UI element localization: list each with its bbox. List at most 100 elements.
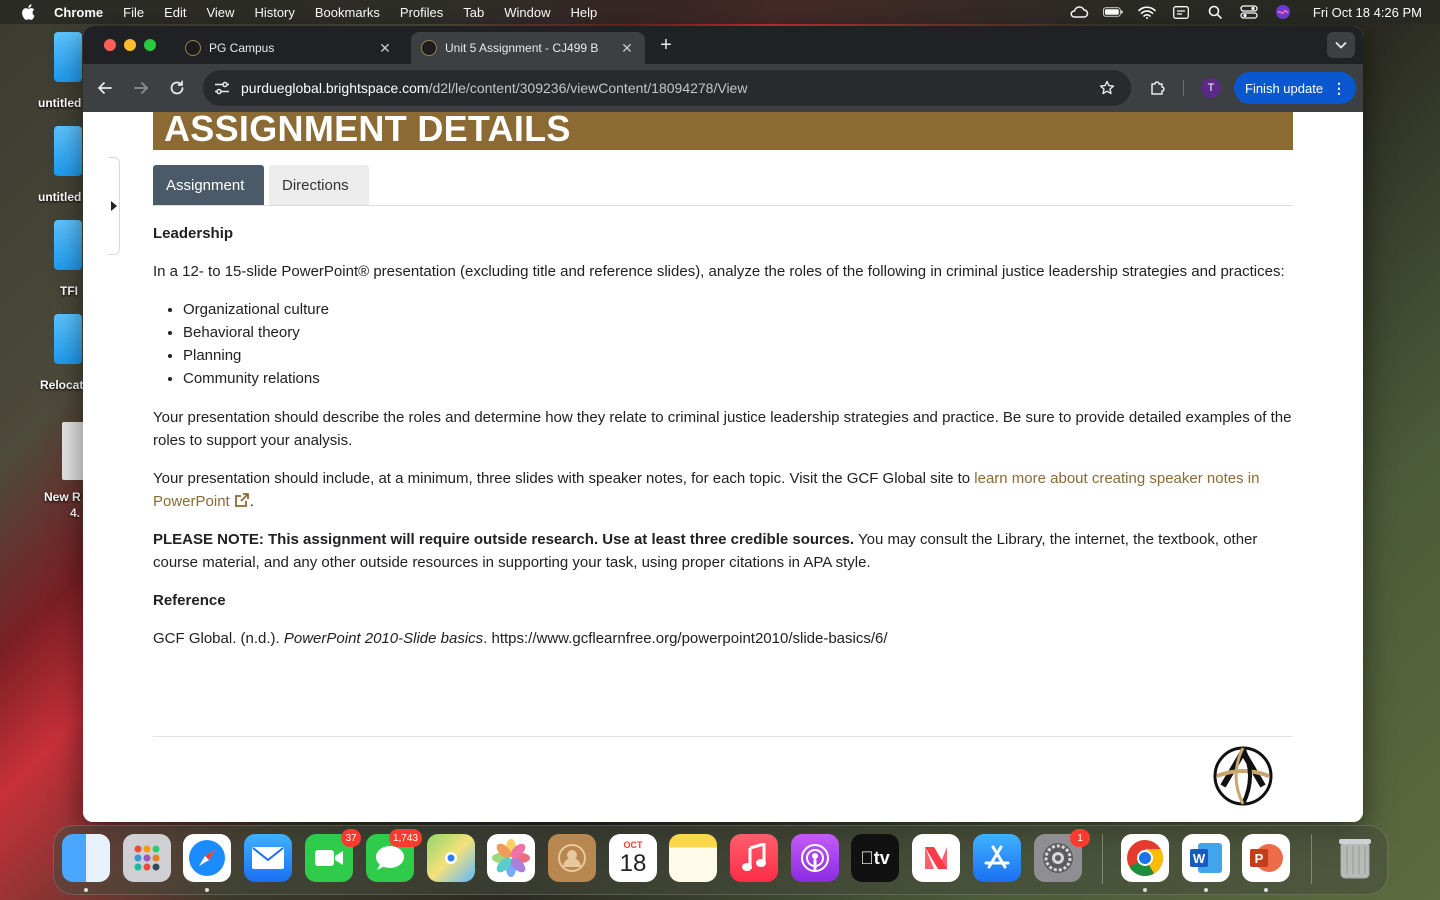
menu-help[interactable]: Help <box>571 5 598 20</box>
address-bar[interactable]: purdueglobal.brightspace.com/d2l/le/cont… <box>203 70 1131 106</box>
close-tab-icon[interactable]: ✕ <box>377 40 393 57</box>
finish-update-label: Finish update <box>1245 80 1324 96</box>
back-arrow-icon[interactable] <box>93 76 117 100</box>
menu-clock[interactable]: Fri Oct 18 4:26 PM <box>1313 5 1422 20</box>
desktop-file-5-label-line2: 4. <box>70 506 81 520</box>
desktop-folder-3[interactable]: TFI <box>0 220 82 298</box>
list-item: Planning <box>183 344 1293 367</box>
tab-unit5-assignment[interactable]: Unit 5 Assignment - CJ499 B ✕ <box>411 32 645 64</box>
folder-icon <box>54 32 82 82</box>
bookmark-star-icon[interactable] <box>1097 78 1117 98</box>
forward-arrow-icon[interactable] <box>129 76 153 100</box>
music-icon[interactable] <box>730 834 778 882</box>
close-tab-icon[interactable]: ✕ <box>619 40 635 57</box>
app-store-icon[interactable] <box>973 834 1021 882</box>
site-info-tune-icon[interactable] <box>213 79 231 97</box>
reference-title: PowerPoint 2010-Slide basics <box>283 630 484 647</box>
menu-edit[interactable]: Edit <box>164 5 186 20</box>
calendar-icon[interactable]: OCT 18 <box>609 834 657 882</box>
profile-avatar[interactable]: T <box>1201 78 1221 98</box>
news-icon[interactable] <box>912 834 960 882</box>
tab-title: PG Campus <box>209 41 275 55</box>
settings-badge: 1 <box>1070 829 1090 847</box>
powerpoint-icon[interactable]: P <box>1242 834 1290 882</box>
wifi-icon[interactable] <box>1137 5 1157 19</box>
desktop-folder-2-label: untitled <box>38 190 82 204</box>
close-window-button[interactable] <box>104 39 116 51</box>
reference-url: . https://www.gcflearnfree.org/powerpoin… <box>483 630 888 647</box>
mail-icon[interactable] <box>244 834 292 882</box>
desktop-alias-4[interactable]: Relocat <box>0 314 83 392</box>
safari-icon[interactable] <box>183 834 231 882</box>
word-icon[interactable]: W <box>1182 834 1230 882</box>
tab-pg-campus[interactable]: PG Campus ✕ <box>175 32 403 64</box>
list-item: Community relations <box>183 367 1293 390</box>
page-content: ASSIGNMENT DETAILS Assignment Directions… <box>83 112 1363 822</box>
input-source-icon[interactable] <box>1171 5 1191 19</box>
launchpad-icon[interactable] <box>123 834 171 882</box>
menu-tab[interactable]: Tab <box>463 5 484 20</box>
spotlight-search-icon[interactable] <box>1205 5 1225 19</box>
trash-icon[interactable] <box>1331 834 1379 882</box>
menu-bookmarks[interactable]: Bookmarks <box>315 5 380 20</box>
battery-icon[interactable] <box>1102 5 1123 19</box>
speaker-notes-paragraph: Your presentation should include, at a m… <box>153 467 1293 513</box>
tab-search-chevron-icon[interactable] <box>1327 32 1355 58</box>
topic-list: Organizational culture Behavioral theory… <box>183 298 1293 390</box>
system-settings-icon[interactable]: 1 <box>1034 829 1090 882</box>
photos-icon[interactable] <box>487 834 535 882</box>
icloud-sync-icon[interactable] <box>1069 5 1089 19</box>
control-center-icon[interactable] <box>1239 5 1259 19</box>
section-heading-leadership: Leadership <box>153 225 234 242</box>
podcasts-icon[interactable] <box>791 834 839 882</box>
calendar-month: OCT <box>623 840 643 850</box>
menu-view[interactable]: View <box>206 5 234 20</box>
zoom-window-button[interactable] <box>144 39 156 51</box>
tabs-divider <box>153 205 1293 206</box>
facetime-icon[interactable]: 37 <box>305 829 361 882</box>
siri-icon[interactable] <box>1273 5 1293 19</box>
url-text[interactable]: purdueglobal.brightspace.com/d2l/le/cont… <box>241 80 1097 96</box>
maps-icon[interactable] <box>427 834 475 882</box>
footer-divider <box>153 736 1293 737</box>
speaker-notes-end: . <box>249 493 254 510</box>
browser-toolbar: purdueglobal.brightspace.com/d2l/le/cont… <box>83 64 1363 112</box>
url-host: purdueglobal.brightspace.com <box>241 80 429 96</box>
menu-app-name[interactable]: Chrome <box>54 5 103 20</box>
tab-strip: PG Campus ✕ Unit 5 Assignment - CJ499 B … <box>83 26 1363 64</box>
sidebar-toggle[interactable] <box>108 157 120 255</box>
svg-text:W: W <box>1193 851 1206 866</box>
finder-icon[interactable] <box>62 834 110 882</box>
desktop-folder-1[interactable]: untitled <box>0 32 82 110</box>
tab-directions[interactable]: Directions <box>269 165 369 206</box>
desktop-folder-2[interactable]: untitled <box>0 126 82 204</box>
notes-icon[interactable] <box>669 834 717 882</box>
contacts-icon[interactable] <box>548 834 596 882</box>
extensions-puzzle-icon[interactable] <box>1147 77 1169 99</box>
tab-assignment[interactable]: Assignment <box>153 165 264 206</box>
menu-file[interactable]: File <box>123 5 144 20</box>
desktop-file-5[interactable]: New R 4. <box>0 422 84 520</box>
new-tab-icon[interactable]: + <box>655 34 677 56</box>
reference-entry: GCF Global. (n.d.). PowerPoint 2010-Slid… <box>153 627 1293 650</box>
running-indicator <box>205 888 209 892</box>
menu-window[interactable]: Window <box>504 5 550 20</box>
folder-icon <box>54 126 82 176</box>
please-note-bold: PLEASE NOTE: This assignment will requir… <box>153 531 855 548</box>
svg-text:P: P <box>1255 851 1264 866</box>
minimize-window-button[interactable] <box>124 39 136 51</box>
messages-icon[interactable]: 1,743 <box>366 829 422 882</box>
list-item: Behavioral theory <box>183 321 1293 344</box>
external-link-icon <box>234 493 249 507</box>
reload-icon[interactable] <box>165 76 189 100</box>
finish-update-button[interactable]: Finish update ⋮ <box>1234 72 1356 104</box>
menu-history[interactable]: History <box>254 5 294 20</box>
menu-profiles[interactable]: Profiles <box>400 5 443 20</box>
apple-menu-icon[interactable] <box>20 4 36 20</box>
apple-tv-icon[interactable]: tv <box>851 834 899 882</box>
url-path: /d2l/le/content/309236/viewContent/18094… <box>428 80 748 96</box>
tab-title: Unit 5 Assignment - CJ499 B <box>445 41 599 55</box>
chrome-icon[interactable] <box>1121 834 1169 882</box>
more-menu-icon[interactable]: ⋮ <box>1332 79 1346 97</box>
browser-window: PG Campus ✕ Unit 5 Assignment - CJ499 B … <box>83 26 1363 822</box>
